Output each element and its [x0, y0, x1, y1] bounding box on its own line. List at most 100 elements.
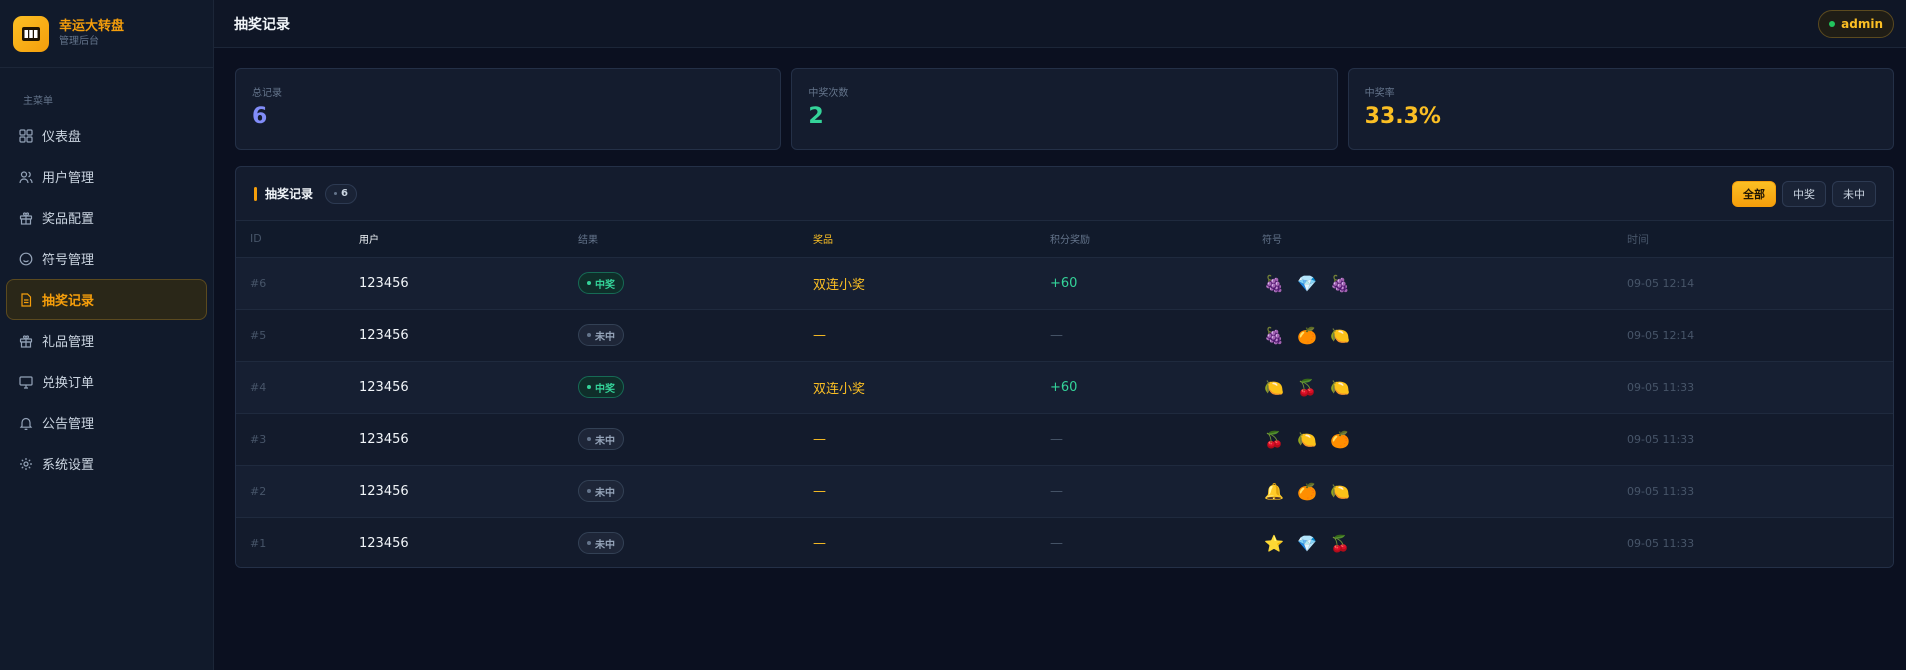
- cell-prize: —: [813, 309, 1050, 362]
- cell-result: 未中: [578, 309, 813, 362]
- cell-prize: —: [813, 465, 1050, 518]
- cell-time: 09-05 11:33: [1627, 465, 1893, 518]
- cell-result: 中奖: [578, 257, 813, 310]
- symbol-icon: 🍋: [1330, 325, 1350, 345]
- table-row[interactable]: #6 123456 中奖 双连小奖 +60 🍇 💎 🍇 09-05 12:14: [236, 257, 1893, 310]
- status-dot-icon: [587, 489, 591, 493]
- cell-time: 09-05 11:33: [1627, 536, 1695, 550]
- records-panel: 抽奖记录 6 全部 中奖 未中 ID 用户 结果 奖品 积分奖励 符号 时间 #…: [235, 166, 1894, 568]
- main-menu: 仪表盘 用户管理 奖品配置 符号管理 抽奖记录 礼品管理 兑换订单 公告管理 系…: [0, 115, 213, 484]
- sidebar-item-label: 公告管理: [42, 417, 95, 432]
- result-label: 中奖: [595, 383, 615, 395]
- symbol-icon: 🍇: [1264, 273, 1284, 293]
- table-row[interactable]: #5 123456 未中 — — 🍇 🍊 🍋 09-05 12:14: [236, 309, 1893, 362]
- filter-all-button[interactable]: 全部: [1732, 180, 1776, 207]
- smile-icon: [19, 252, 33, 266]
- record-count-badge: 6: [325, 183, 357, 204]
- table-row[interactable]: #3 123456 未中 — — 🍒 🍋 🍊 09-05 11:33: [236, 413, 1893, 466]
- symbol-icon: 🍊: [1297, 481, 1317, 501]
- panel-title: 抽奖记录: [265, 187, 314, 201]
- cell-user: 123456: [359, 309, 578, 362]
- sidebar-item-label: 用户管理: [42, 171, 95, 186]
- symbol-icon: 💎: [1297, 273, 1317, 293]
- cell-points: +60: [1050, 257, 1262, 310]
- username: admin: [1841, 16, 1883, 31]
- result-label: 未中: [595, 539, 615, 551]
- filter-win-button[interactable]: 中奖: [1782, 180, 1826, 207]
- sidebar-item-symbols[interactable]: 符号管理: [6, 238, 207, 279]
- symbol-icon: 🍒: [1264, 429, 1284, 449]
- monitor-icon: [19, 375, 33, 389]
- sidebar-item-users[interactable]: 用户管理: [6, 156, 207, 197]
- cell-points: —: [1050, 413, 1262, 466]
- sidebar-item-draw-records[interactable]: 抽奖记录: [6, 279, 207, 320]
- table-row[interactable]: #2 123456 未中 — — 🔔 🍊 🍋 09-05 11:33: [236, 465, 1893, 518]
- result-badge: 未中: [578, 532, 624, 555]
- symbol-icon: 🍇: [1264, 325, 1284, 345]
- status-dot-icon: [587, 281, 591, 285]
- sidebar-item-label: 抽奖记录: [42, 294, 95, 309]
- user-badge[interactable]: admin: [1818, 9, 1894, 38]
- title-accent-bar: [254, 186, 257, 201]
- cell-result: 未中: [578, 413, 813, 466]
- symbol-icon: 🍒: [1330, 533, 1350, 553]
- cell-time: 09-05 11:33: [1627, 361, 1893, 414]
- filter-group: 全部 中奖 未中: [1732, 180, 1876, 207]
- document-icon: [19, 292, 33, 307]
- cell-points: +60: [1050, 361, 1262, 414]
- cell-user: 123456: [359, 413, 578, 466]
- result-label: 未中: [595, 331, 615, 343]
- column-header-prize[interactable]: 奖品: [813, 221, 1050, 258]
- result-label: 未中: [595, 435, 615, 447]
- table-row[interactable]: #4 123456 中奖 双连小奖 +60 🍋 🍒 🍋 09-05 11:33: [236, 361, 1893, 414]
- stat-value: 33.3%: [1364, 104, 1441, 129]
- sidebar-item-announcements[interactable]: 公告管理: [6, 402, 207, 443]
- column-header-symbols[interactable]: 符号: [1262, 221, 1627, 258]
- gift-icon: [19, 334, 33, 348]
- sidebar-item-dashboard[interactable]: 仪表盘: [6, 115, 207, 156]
- sidebar-item-label: 系统设置: [42, 458, 95, 473]
- cell-symbols: 🔔 🍊 🍋: [1262, 465, 1627, 518]
- sidebar-item-label: 礼品管理: [42, 335, 95, 350]
- stat-card-total: 总记录 6: [235, 68, 782, 150]
- cell-symbols: ⭐ 💎 🍒: [1262, 517, 1627, 567]
- result-label: 未中: [595, 487, 615, 499]
- symbol-icon: 🔔: [1264, 481, 1284, 501]
- sidebar-item-gift-management[interactable]: 礼品管理: [6, 320, 207, 361]
- panel-title-group: 抽奖记录 6: [254, 183, 357, 204]
- column-header-user[interactable]: 用户: [359, 221, 578, 258]
- result-label: 中奖: [595, 279, 615, 291]
- dot-icon: [334, 192, 338, 195]
- dashboard-icon: [19, 128, 33, 143]
- column-header-id[interactable]: ID: [236, 221, 359, 258]
- menu-caption: 主菜单: [23, 96, 53, 107]
- result-badge: 未中: [578, 480, 624, 502]
- cell-symbols: 🍋 🍒 🍋: [1262, 361, 1627, 414]
- cell-id: #5: [236, 309, 359, 362]
- sidebar-item-orders[interactable]: 兑换订单: [6, 361, 207, 402]
- gift-icon: [19, 211, 33, 225]
- symbol-icon: 🍋: [1297, 429, 1317, 449]
- column-header-result[interactable]: 结果: [578, 221, 813, 258]
- status-dot-icon: [587, 541, 591, 546]
- cell-user: 123456: [359, 361, 578, 414]
- panel-header: 抽奖记录 6 全部 中奖 未中: [236, 167, 1893, 221]
- column-header-points[interactable]: 积分奖励: [1050, 221, 1262, 258]
- stats-row: 总记录 6 中奖次数 2 中奖率 33.3%: [214, 48, 1906, 150]
- sidebar-item-settings[interactable]: 系统设置: [6, 443, 207, 484]
- cell-id: #4: [236, 361, 359, 414]
- filter-lose-button[interactable]: 未中: [1832, 180, 1876, 207]
- cell-time: 09-05 12:14: [1627, 309, 1893, 362]
- stat-card-win-rate: 中奖率 33.3%: [1347, 68, 1894, 150]
- table-row[interactable]: #1 123456 未中 — — ⭐ 💎 🍒 09-05 11:33: [236, 517, 1893, 567]
- cell-id: #6: [236, 257, 359, 310]
- cell-points: —: [1050, 309, 1262, 362]
- cell-id: #3: [236, 413, 359, 466]
- column-header-time[interactable]: 时间: [1627, 221, 1893, 258]
- sidebar-item-label: 仪表盘: [42, 130, 82, 145]
- cell-result: 未中: [578, 465, 813, 518]
- sidebar-item-prize-config[interactable]: 奖品配置: [6, 197, 207, 238]
- cell-user: 123456: [359, 465, 578, 518]
- records-table: ID 用户 结果 奖品 积分奖励 符号 时间 #6 123456 中奖 双连小奖: [236, 221, 1893, 567]
- cell-time: 09-05 12:14: [1627, 257, 1893, 310]
